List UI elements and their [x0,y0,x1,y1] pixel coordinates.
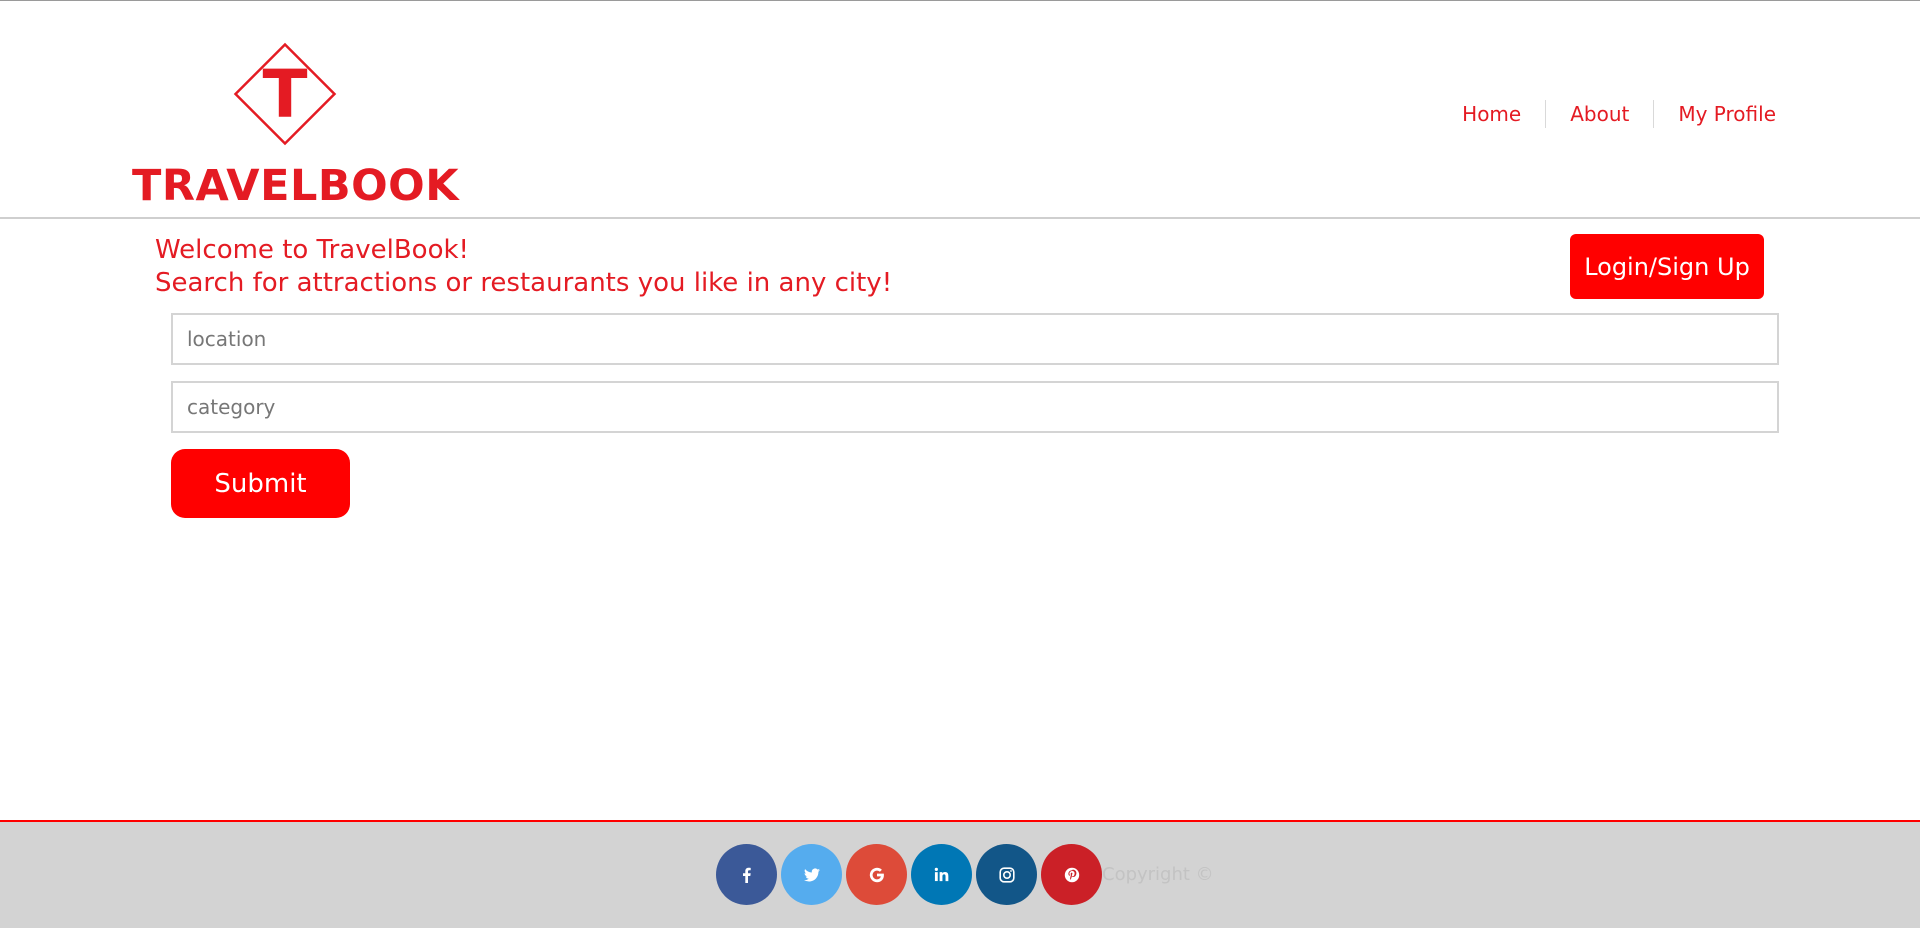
main-nav: Home About My Profile [1438,99,1800,129]
facebook-button[interactable] [716,844,777,905]
welcome-message: Welcome to TravelBook! Search for attrac… [155,234,892,300]
page: T TRAVELBOOK Home About My Profile Welco… [0,0,1920,928]
linkedin-icon [934,867,949,882]
facebook-icon [742,867,751,883]
login-signup-button[interactable]: Login/Sign Up [1570,234,1764,299]
travelbook-logo[interactable]: T TRAVELBOOK [132,31,459,211]
logo-letter: T [262,56,307,133]
nav-home-link[interactable]: Home [1438,99,1545,129]
twitter-button[interactable] [781,844,842,905]
google-icon [869,867,884,882]
pinterest-button[interactable] [1041,844,1102,905]
twitter-icon [803,867,820,881]
linkedin-button[interactable] [911,844,972,905]
instagram-icon [998,866,1015,883]
location-input[interactable] [171,313,1779,365]
social-links [716,844,1106,905]
site-footer: Copyright © [0,820,1920,928]
logo-text: TRAVELBOOK [132,161,460,211]
copyright-text: Copyright © [1102,864,1214,885]
nav-about-link[interactable]: About [1546,99,1653,129]
welcome-title: Welcome to TravelBook! [155,235,469,265]
submit-button[interactable]: Submit [171,449,350,518]
welcome-subtitle: Search for attractions or restaurants yo… [155,268,893,298]
google-button[interactable] [846,844,907,905]
category-input[interactable] [171,381,1779,433]
search-form: Submit [171,313,1779,518]
nav-my-profile-link[interactable]: My Profile [1654,99,1800,129]
logo-diamond-icon: T [233,42,337,146]
site-header: T TRAVELBOOK Home About My Profile [0,1,1920,219]
pinterest-icon [1064,867,1079,882]
instagram-button[interactable] [976,844,1037,905]
